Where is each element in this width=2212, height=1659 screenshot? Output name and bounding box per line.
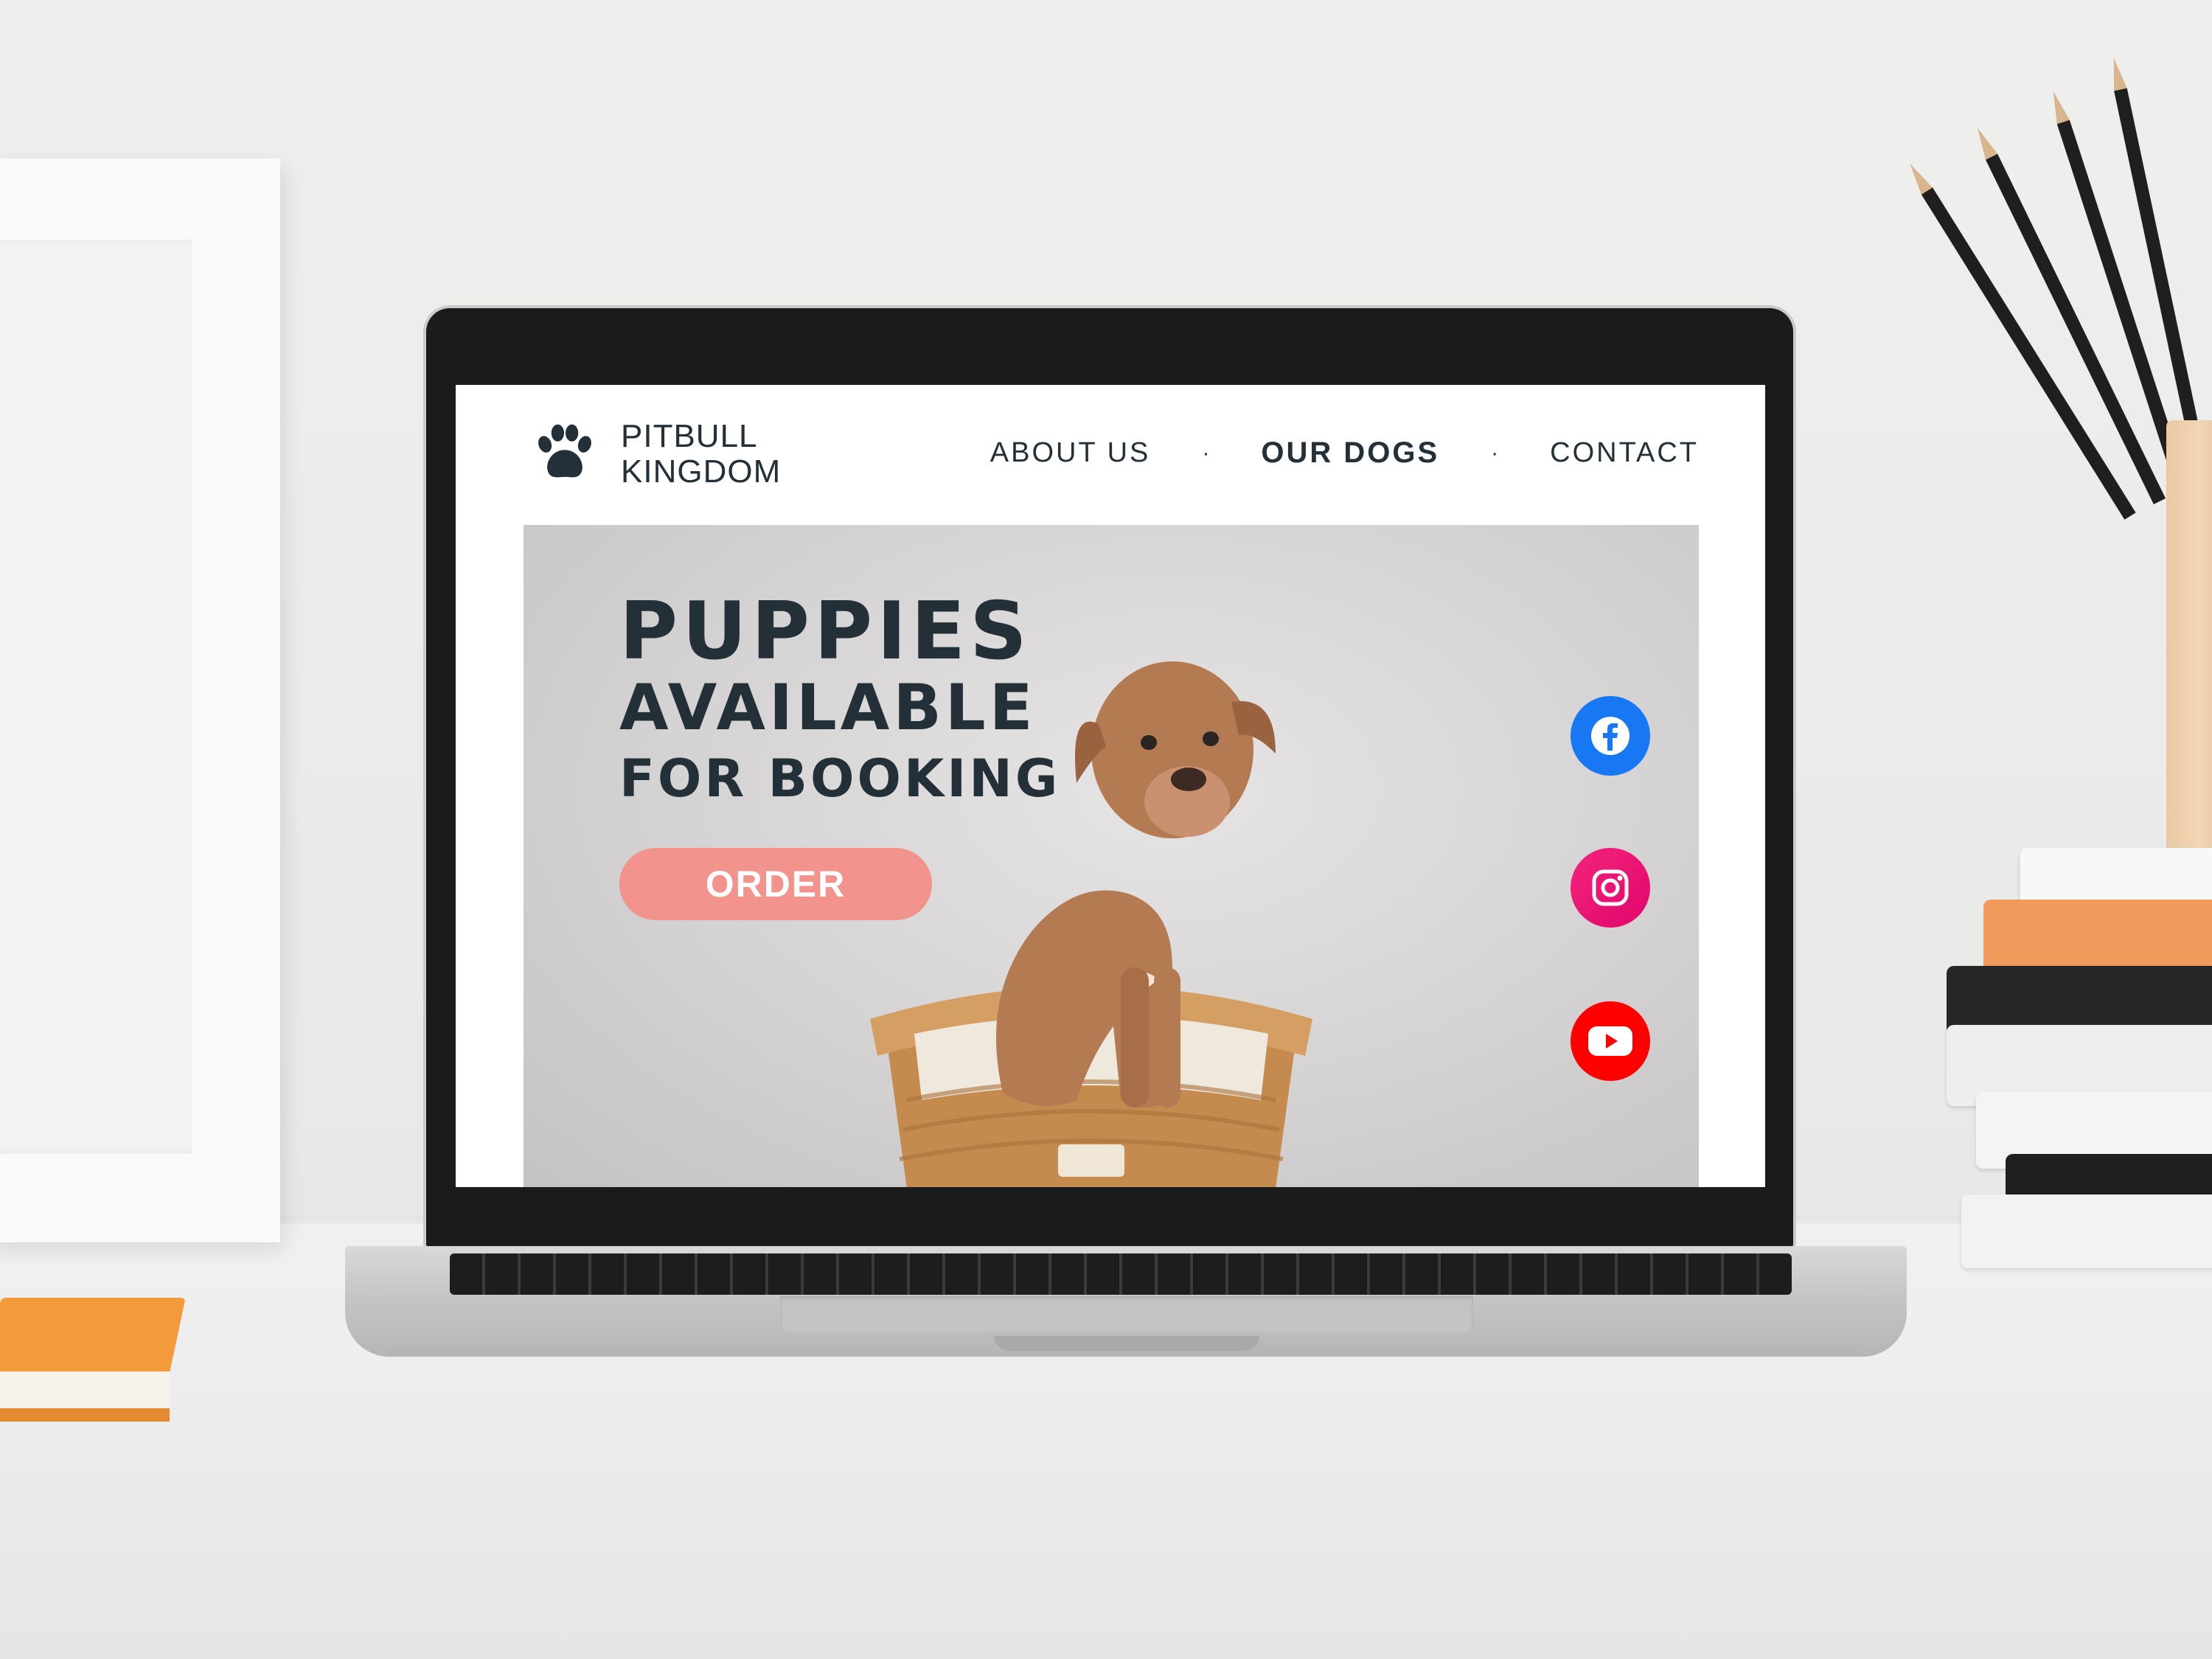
headline-line-3: FOR BOOKING <box>619 748 1061 809</box>
orange-book-back <box>0 1408 170 1422</box>
pencil-cup <box>2166 420 2212 863</box>
facebook-button[interactable] <box>1571 696 1650 776</box>
nav-separator: · <box>1491 440 1499 465</box>
hero-headline: PUPPIES AVAILABLE FOR BOOKING <box>619 591 1060 814</box>
picture-frame <box>0 159 280 1242</box>
orange-book <box>0 1298 186 1438</box>
hero-banner: PUPPIES AVAILABLE FOR BOOKING ORDER <box>524 525 1699 1187</box>
order-button[interactable]: ORDER <box>619 848 932 920</box>
laptop-notch <box>994 1336 1259 1351</box>
nav-separator: · <box>1202 440 1210 465</box>
site-header: PITBULL KINGDOM ABOUT US · OUR DOGS · CO… <box>456 385 1765 525</box>
nav-contact[interactable]: CONTACT <box>1550 437 1699 469</box>
laptop-screen: PITBULL KINGDOM ABOUT US · OUR DOGS · CO… <box>456 385 1765 1187</box>
headline-line-1: PUPPIES <box>619 585 1032 678</box>
nav-our-dogs[interactable]: OUR DOGS <box>1261 437 1439 470</box>
main-nav: ABOUT US · OUR DOGS · CONTACT <box>990 437 1699 470</box>
instagram-icon <box>1592 869 1629 906</box>
facebook-icon <box>1591 717 1630 755</box>
laptop-touchpad <box>780 1296 1473 1333</box>
instagram-button[interactable] <box>1571 848 1650 928</box>
laptop-keyboard <box>450 1253 1792 1295</box>
site-logo[interactable]: PITBULL KINGDOM <box>529 419 781 490</box>
youtube-button[interactable] <box>1571 1001 1650 1081</box>
picture-frame-inner <box>0 240 192 1154</box>
youtube-icon <box>1588 1026 1632 1056</box>
nav-about-us[interactable]: ABOUT US <box>990 437 1151 469</box>
headline-line-2: AVAILABLE <box>619 671 1037 745</box>
paw-icon <box>538 424 591 478</box>
stack-book <box>1961 1194 2212 1268</box>
orange-book-pages <box>0 1371 170 1408</box>
brand-line-1: PITBULL <box>621 418 758 454</box>
orange-book-cover <box>0 1298 186 1379</box>
brand-name: PITBULL KINGDOM <box>621 419 781 490</box>
brand-line-2: KINGDOM <box>621 453 782 490</box>
